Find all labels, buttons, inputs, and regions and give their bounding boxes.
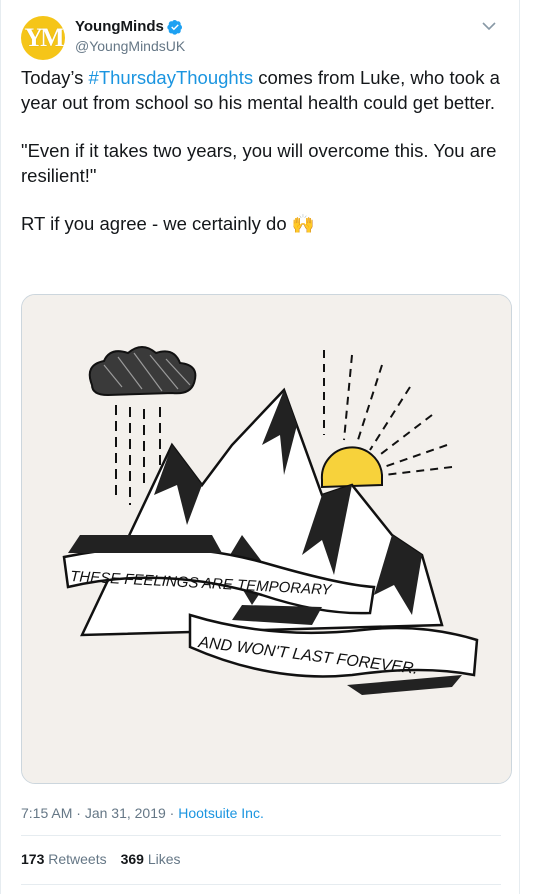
tweet-cta: RT if you agree - we certainly do <box>21 213 287 234</box>
illustration-mountains: THESE FEELINGS ARE TEMPORARY AND WON'T L… <box>22 295 511 783</box>
tweet-time[interactable]: 7:15 AM <box>21 805 72 821</box>
divider <box>21 835 501 836</box>
tweet-header: YM YoungMinds @YoungMindsUK <box>21 14 501 60</box>
retweets-count: 173 <box>21 851 45 867</box>
tweet-meta: 7:15 AM · Jan 31, 2019 · Hootsuite Inc. <box>21 805 264 821</box>
author-display-name: YoungMinds <box>75 18 164 35</box>
likes-stat[interactable]: 369 Likes <box>121 851 181 867</box>
tweet-text-segment: Today’s <box>21 67 89 88</box>
tweet-source-link[interactable]: Hootsuite Inc. <box>178 805 264 821</box>
tweet-stats: 173 Retweets 369 Likes <box>21 851 181 867</box>
raised-hands-emoji: 🙌 <box>291 213 315 234</box>
hashtag-link[interactable]: #ThursdayThoughts <box>89 67 254 88</box>
retweets-label: Retweets <box>48 851 107 867</box>
verified-badge-icon <box>167 19 182 35</box>
tweet-image[interactable]: THESE FEELINGS ARE TEMPORARY AND WON'T L… <box>21 294 512 784</box>
author-handle[interactable]: @YoungMindsUK <box>75 38 185 54</box>
avatar-initials: YM <box>24 23 64 52</box>
meta-separator: · <box>165 805 179 821</box>
divider <box>21 884 501 885</box>
tweet-quote: "Even if it takes two years, you will ov… <box>21 140 497 186</box>
author-display-name-row[interactable]: YoungMinds <box>75 18 183 35</box>
tweet-card: YM YoungMinds @YoungMindsUK Today’s #Thu… <box>0 0 520 894</box>
tweet-paragraph-3: RT if you agree - we certainly do 🙌 <box>21 212 507 237</box>
avatar[interactable]: YM <box>21 16 65 60</box>
tweet-body: Today’s #ThursdayThoughts comes from Luk… <box>21 66 507 261</box>
author-names: YoungMinds @YoungMindsUK <box>75 18 185 54</box>
meta-separator: · <box>72 805 85 821</box>
likes-label: Likes <box>147 851 181 867</box>
likes-count: 369 <box>120 851 144 867</box>
retweets-stat[interactable]: 173 Retweets <box>21 851 107 867</box>
more-options-chevron-icon[interactable] <box>479 16 499 36</box>
tweet-date[interactable]: Jan 31, 2019 <box>85 805 166 821</box>
tweet-paragraph-1: Today’s #ThursdayThoughts comes from Luk… <box>21 66 507 115</box>
